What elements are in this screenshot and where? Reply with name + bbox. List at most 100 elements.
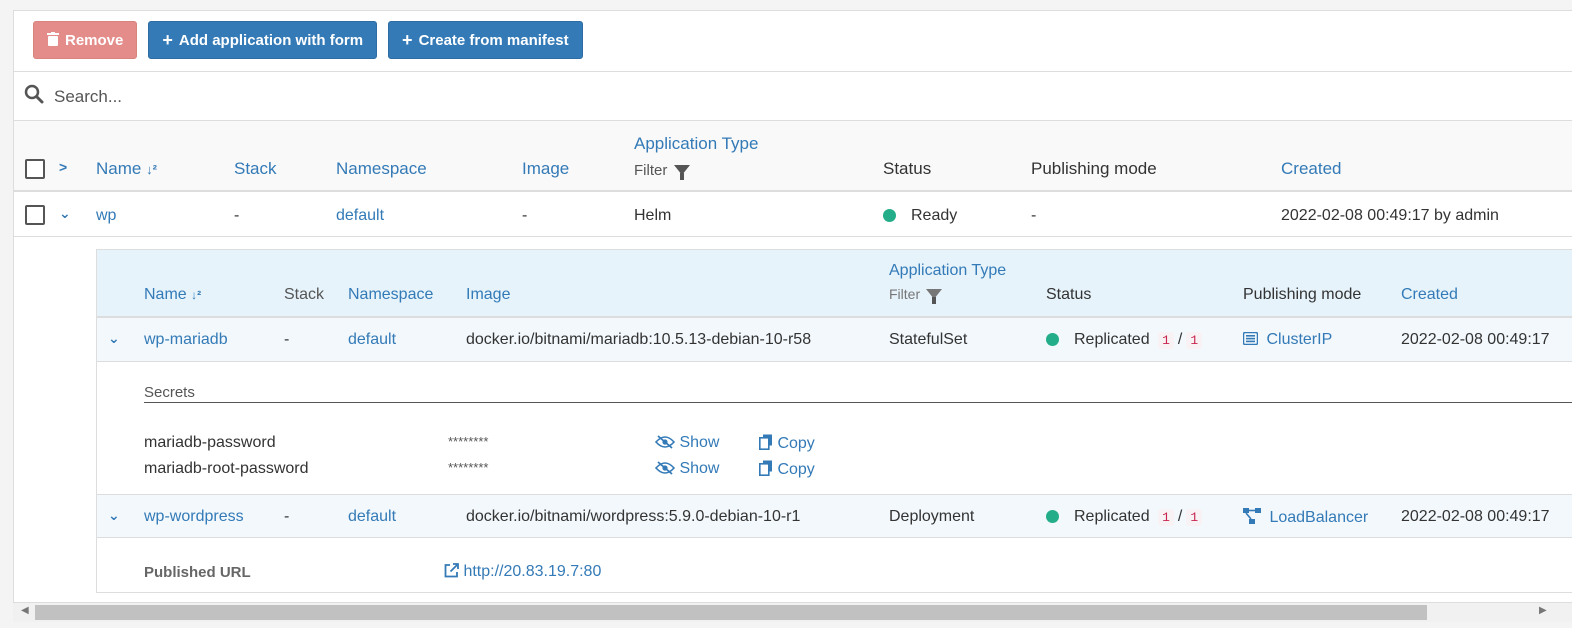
status-replicated-icon: [1046, 333, 1059, 346]
copy-secret-button[interactable]: Copy: [759, 434, 815, 453]
header-application-type[interactable]: Application Type: [634, 134, 758, 154]
nested-header-name[interactable]: Name ↓²: [144, 286, 201, 304]
replicas-total-badge: 1: [1186, 332, 1203, 349]
copy-icon: [759, 434, 777, 452]
select-all-checkbox[interactable]: [25, 159, 45, 179]
secret-key: mariadb-root-password: [144, 460, 309, 477]
row-stack: -: [234, 207, 240, 224]
show-label: Show: [679, 460, 720, 477]
expand-all-chevron-icon[interactable]: >: [59, 159, 67, 175]
nested-row-namespace-link[interactable]: default: [348, 508, 396, 526]
row-created: 2022-02-08 00:49:17 by admin: [1281, 207, 1499, 224]
header-stack[interactable]: Stack: [234, 159, 277, 179]
list-icon: [1242, 331, 1262, 348]
nested-header-publishing-mode: Publishing mode: [1243, 286, 1362, 303]
filter-label: Filter: [634, 162, 668, 179]
replicas-total-badge: 1: [1186, 509, 1203, 526]
search-input[interactable]: [54, 86, 654, 107]
copy-label: Copy: [777, 461, 815, 478]
nested-header-name-label: Name: [144, 286, 187, 303]
row-name-link[interactable]: wp: [96, 207, 116, 225]
replicas-separator: /: [1177, 331, 1183, 348]
header-namespace[interactable]: Namespace: [336, 159, 427, 179]
row-status: Ready: [911, 207, 958, 224]
network-icon: [1243, 508, 1265, 526]
collapse-chevron-icon[interactable]: ⌄: [108, 330, 120, 347]
nested-header-status: Status: [1046, 286, 1092, 303]
header-image[interactable]: Image: [522, 159, 569, 179]
toolbar: Remove + Add application with form + Cre…: [33, 21, 583, 61]
eye-slash-icon: [654, 434, 679, 451]
show-label: Show: [679, 434, 720, 451]
published-url-link[interactable]: http://20.83.19.7:80: [444, 563, 601, 581]
row-checkbox[interactable]: [25, 205, 45, 225]
status-label: Replicated: [1074, 508, 1150, 525]
nested-header-image[interactable]: Image: [466, 286, 510, 304]
nested-row-image: docker.io/bitnami/mariadb:10.5.13-debian…: [466, 331, 812, 348]
search-icon: [24, 84, 44, 109]
header-created[interactable]: Created: [1281, 159, 1341, 179]
nested-row-created: 2022-02-08 00:49:17: [1401, 331, 1550, 348]
nested-header-namespace[interactable]: Namespace: [348, 286, 433, 304]
remove-button[interactable]: Remove: [33, 21, 138, 59]
sort-icon: ↓²: [146, 162, 157, 177]
replicas-ready-badge: 1: [1158, 509, 1174, 526]
published-url-text: http://20.83.19.7:80: [463, 563, 602, 580]
nested-row-publishing-mode[interactable]: ClusterIP: [1242, 331, 1332, 349]
header-publishing-mode: Publishing mode: [1031, 159, 1157, 178]
nested-filter-label: Filter: [889, 286, 921, 302]
nested-table-row: ⌄ wp-mariadb - default docker.io/bitnami…: [97, 318, 1572, 362]
replicas-ready-badge: 1: [1158, 332, 1174, 349]
nested-header-filter[interactable]: Filter: [889, 286, 943, 305]
add-application-form-button[interactable]: + Add application with form: [148, 21, 378, 59]
nested-row-name-link[interactable]: wp-wordpress: [144, 508, 244, 526]
nested-table-row: ⌄ wp-wordpress - default docker.io/bitna…: [97, 494, 1572, 538]
nested-header-created[interactable]: Created: [1401, 286, 1458, 304]
horizontal-scrollbar[interactable]: ◀ ▶: [13, 602, 1572, 622]
nested-row-created: 2022-02-08 00:49:17: [1401, 508, 1550, 525]
publishing-mode-label: LoadBalancer: [1269, 509, 1369, 526]
show-secret-button[interactable]: Show: [654, 460, 720, 478]
header-name[interactable]: Name ↓²: [96, 159, 157, 179]
nested-row-status: Replicated 1/1: [1074, 331, 1206, 349]
nested-row-stack: -: [284, 508, 290, 525]
secret-value-masked: ********: [448, 460, 489, 475]
header-filter[interactable]: Filter: [634, 162, 690, 181]
nested-row-namespace-link[interactable]: default: [348, 331, 396, 349]
trash-icon: [47, 31, 59, 49]
table-row: ⌄ wp - default - Helm Ready - 2022-02-08…: [14, 193, 1572, 237]
row-app-type: Helm: [634, 207, 672, 224]
collapse-chevron-icon[interactable]: ⌄: [108, 507, 120, 524]
nested-row-image: docker.io/bitnami/wordpress:5.9.0-debian…: [466, 508, 801, 525]
row-publishing-mode: -: [1031, 207, 1037, 224]
nested-row-app-type: StatefulSet: [889, 331, 968, 348]
row-image: -: [522, 207, 528, 224]
copy-label: Copy: [777, 435, 815, 452]
nested-row-status: Replicated 1/1: [1074, 508, 1206, 526]
status-label: Replicated: [1074, 331, 1150, 348]
plus-icon: +: [162, 30, 173, 50]
manifest-label: Create from manifest: [418, 31, 569, 49]
remove-label: Remove: [65, 31, 124, 49]
scroll-left-icon[interactable]: ◀: [21, 605, 29, 616]
scroll-right-icon[interactable]: ▶: [1539, 605, 1547, 616]
row-namespace-link[interactable]: default: [336, 207, 384, 225]
secret-key: mariadb-password: [144, 434, 276, 451]
nested-row-name-link[interactable]: wp-mariadb: [144, 331, 228, 349]
copy-icon: [759, 460, 777, 478]
sort-icon: ↓²: [191, 288, 202, 302]
plus-icon: +: [402, 30, 413, 50]
nested-row-stack: -: [284, 331, 290, 348]
nested-row-publishing-mode[interactable]: LoadBalancer: [1243, 508, 1368, 527]
copy-secret-button[interactable]: Copy: [759, 460, 815, 479]
show-secret-button[interactable]: Show: [654, 434, 720, 452]
secret-value-masked: ********: [448, 434, 489, 449]
nested-header-application-type[interactable]: Application Type: [889, 262, 1006, 280]
eye-slash-icon: [654, 460, 679, 477]
scrollbar-thumb[interactable]: [35, 605, 1427, 620]
create-from-manifest-button[interactable]: + Create from manifest: [388, 21, 583, 59]
filter-icon: [926, 289, 943, 305]
replicas-separator: /: [1177, 508, 1183, 525]
collapse-chevron-icon[interactable]: ⌄: [59, 205, 71, 222]
nested-applications-table: Name ↓² Stack Namespace Image Applicatio…: [96, 249, 1572, 593]
